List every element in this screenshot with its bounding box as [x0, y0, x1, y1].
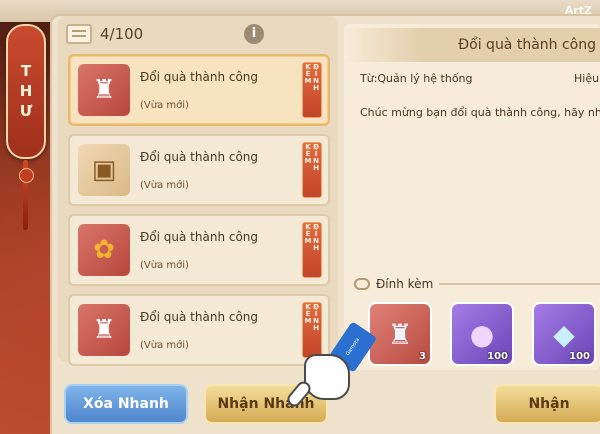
mail-item[interactable]: ✿ Đổi quà thành công (Vừa mới) ĐÍNH KÈM: [68, 214, 330, 286]
watermark: ArtZ: [564, 4, 592, 17]
divider: [439, 283, 600, 285]
tab-mail-label: THƯ: [17, 61, 35, 122]
attachment-tag: ĐÍNH KÈM: [302, 142, 322, 198]
attachments-label: Đính kèm: [376, 277, 434, 291]
lantern-token-icon: ♜: [78, 64, 130, 116]
attachment-tag-label: ĐÍNH KÈM: [304, 63, 320, 91]
mail-detail-title: Đổi quà thành công: [458, 37, 596, 53]
mail-item-title: Đổi quà thành công: [140, 69, 259, 84]
purple-orb-icon: ●: [469, 317, 495, 351]
tab-mail[interactable]: THƯ: [6, 24, 46, 159]
mail-effect-label: Hiệu: [574, 72, 600, 85]
mail-item-status: (Vừa mới): [140, 259, 189, 271]
quick-delete-button[interactable]: Xóa Nhanh: [64, 384, 188, 424]
mail-counter-bar: 4/100 i: [66, 20, 328, 48]
lantern-token-icon: ♜: [78, 304, 130, 356]
reward-count: 100: [569, 351, 590, 362]
attachments-header: Đính kèm: [354, 274, 600, 294]
hand-sleeve-text: Gamota: [344, 337, 362, 357]
mail-item-title: Đổi quà thành công: [140, 149, 259, 164]
reward-slot[interactable]: ◆ 100: [532, 302, 596, 366]
reward-slot[interactable]: ● 100: [450, 302, 514, 366]
reward-slot[interactable]: ♜ 3: [368, 302, 432, 366]
mail-detail-header: Đổi quà thành công: [344, 28, 600, 62]
hand-palm: [304, 354, 350, 400]
info-icon[interactable]: i: [244, 24, 264, 44]
reward-count: 3: [419, 351, 426, 362]
letter-icon: [66, 24, 92, 44]
mail-item-title: Đổi quà thành công: [140, 309, 259, 324]
claim-button[interactable]: Nhận: [494, 384, 600, 424]
paperclip-icon: [354, 278, 370, 290]
pointing-hand-icon: Gamota: [284, 321, 378, 410]
attachment-tag-label: ĐÍNH KÈM: [304, 223, 320, 251]
mail-sender: Từ:Quản lý hệ thống: [360, 72, 473, 85]
gold-puzzle-icon: ✿: [78, 224, 130, 276]
mail-item[interactable]: ♜ Đổi quà thành công (Vừa mới) ĐÍNH KÈM: [68, 54, 330, 126]
tassel-decoration: [19, 160, 34, 230]
mail-body: Chúc mừng bạn đổi quà thành công, hãy nh…: [360, 106, 600, 119]
attachment-tag-label: ĐÍNH KÈM: [304, 143, 320, 171]
treasure-chest-icon: ▣: [78, 144, 130, 196]
reward-count: 100: [487, 351, 508, 362]
blue-crystal-icon: ◆: [553, 317, 575, 351]
mail-item-title: Đổi quà thành công: [140, 229, 259, 244]
mail-item-status: (Vừa mới): [140, 99, 189, 111]
lantern-token-icon: ♜: [387, 317, 413, 351]
mail-item[interactable]: ▣ Đổi quà thành công (Vừa mới) ĐÍNH KÈM: [68, 134, 330, 206]
attachment-tag: ĐÍNH KÈM: [302, 222, 322, 278]
mail-count: 4/100: [100, 25, 144, 43]
attachment-tag: ĐÍNH KÈM: [302, 62, 322, 118]
mail-item-status: (Vừa mới): [140, 179, 189, 191]
